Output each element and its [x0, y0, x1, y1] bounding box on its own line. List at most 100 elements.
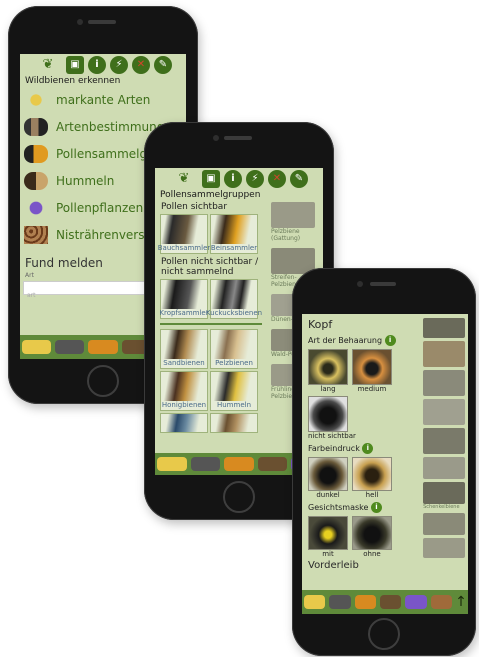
- sun-bee-icon[interactable]: [22, 340, 52, 354]
- side-photo[interactable]: [423, 513, 466, 535]
- menu-label: Artenbestimmung: [56, 119, 165, 134]
- option-nicht-sichtbar[interactable]: nicht sichtbar: [308, 396, 356, 440]
- cell-label: Honigbienen: [161, 401, 207, 409]
- bee-logo-icon[interactable]: ❦: [170, 171, 198, 187]
- sun-bee-icon[interactable]: [304, 595, 326, 609]
- cell-extra-1[interactable]: [160, 413, 208, 433]
- cell-kropfsammler[interactable]: Kropfsammler: [159, 279, 209, 319]
- option-label: hell: [365, 491, 379, 499]
- kopf-title: Kopf: [308, 318, 333, 331]
- info-icon[interactable]: i: [88, 56, 106, 74]
- bee-photo: [352, 516, 392, 550]
- side-photo[interactable]: [423, 538, 466, 558]
- pollen-bee-icon[interactable]: [224, 457, 254, 471]
- side-caption: Schenkelbiene: [423, 504, 460, 510]
- home-button[interactable]: [368, 618, 400, 650]
- option-lang[interactable]: lang: [308, 349, 348, 393]
- cell-pelzbienen[interactable]: Pelzbienen: [210, 329, 258, 369]
- home-button[interactable]: [87, 365, 119, 397]
- option-dunkel[interactable]: dunkel: [308, 457, 348, 499]
- art-placeholder: art: [27, 292, 36, 299]
- bee-icon[interactable]: [190, 457, 221, 471]
- speaker: [88, 20, 116, 24]
- edit-icon[interactable]: ✎: [154, 56, 172, 74]
- cell-bauchsammler[interactable]: Bauchsammler: [158, 214, 210, 254]
- book-icon[interactable]: ▣: [202, 170, 220, 188]
- sun-bee-icon[interactable]: [157, 457, 187, 471]
- cell-beinsammler[interactable]: Beinsammler: [210, 214, 258, 254]
- bee-photo: [211, 215, 257, 244]
- cell-honigbienen[interactable]: Honigbienen: [160, 371, 208, 411]
- lightning-icon[interactable]: ⚡: [110, 56, 128, 74]
- bee-photo: [161, 280, 207, 309]
- side-photo[interactable]: [423, 370, 466, 396]
- bee-photo: [211, 280, 257, 309]
- bee-photo: [161, 372, 207, 401]
- bee-photo: [211, 330, 257, 359]
- section-pollen-hidden-2: nicht sammelnd: [161, 267, 234, 277]
- side-photo[interactable]: [423, 428, 466, 454]
- sun-bee-icon: [24, 90, 48, 109]
- info-icon[interactable]: i: [362, 443, 374, 454]
- option-label: ohne: [363, 550, 381, 558]
- home-button[interactable]: [223, 481, 255, 513]
- side-photo[interactable]: [423, 318, 466, 338]
- info-icon[interactable]: i: [224, 170, 242, 188]
- flower-icon: [24, 198, 48, 217]
- book-icon[interactable]: ▣: [66, 56, 84, 74]
- bee-photo: [211, 414, 257, 432]
- nest-icon: [24, 225, 48, 244]
- bottom-bar: ↑: [302, 590, 468, 614]
- screen-3: Kopf Art der Behaarung i lang medium nic…: [302, 314, 468, 614]
- option-label: mit: [322, 550, 334, 558]
- side-photo[interactable]: [423, 341, 466, 367]
- farbe-label: Farbeindruck i: [308, 443, 423, 454]
- no-pin-icon[interactable]: ✕: [268, 170, 286, 188]
- cell-hummeln[interactable]: Hummeln: [210, 371, 258, 411]
- bee-photo: [161, 215, 207, 244]
- section-pollen-visible: Pollen sichtbar: [161, 202, 228, 212]
- lightning-icon[interactable]: ⚡: [246, 170, 264, 188]
- option-medium[interactable]: medium: [352, 349, 392, 393]
- flower-icon[interactable]: [405, 595, 427, 609]
- behaarung-label: Art der Behaarung i: [308, 335, 423, 346]
- bumblebee-icon[interactable]: [379, 595, 402, 609]
- pollen-bee-icon[interactable]: [88, 340, 118, 354]
- behaarung-text: Art der Behaarung: [308, 336, 383, 345]
- no-pin-icon[interactable]: ✕: [132, 56, 150, 74]
- info-icon[interactable]: i: [384, 335, 396, 346]
- side-photo[interactable]: [423, 399, 466, 425]
- cell-label: Kuckucksbienen: [205, 309, 263, 317]
- bee-logo-icon[interactable]: ❦: [34, 57, 62, 73]
- cell-extra-2[interactable]: [210, 413, 258, 433]
- side-photo[interactable]: [423, 482, 466, 504]
- pollen-bee-icon: [24, 144, 48, 163]
- bee-icon: [24, 117, 48, 136]
- subtitle: Wildbienen erkennen: [25, 76, 121, 86]
- bee-photo: [308, 516, 348, 550]
- option-ohne[interactable]: ohne: [352, 516, 392, 558]
- maske-text: Gesichtsmaske: [308, 503, 369, 512]
- cell-kuckucksbienen[interactable]: Kuckucksbienen: [206, 279, 262, 319]
- bumblebee-icon[interactable]: [257, 457, 288, 471]
- side-caption: Pelzbiene (Gattung): [271, 228, 301, 242]
- side-photo[interactable]: [271, 202, 315, 228]
- cell-label: Hummeln: [216, 401, 252, 409]
- bee-photo: [308, 457, 348, 491]
- bee-icon[interactable]: [329, 595, 351, 609]
- option-hell[interactable]: hell: [352, 457, 392, 499]
- cell-sandbienen[interactable]: Sandbienen: [160, 329, 208, 369]
- cell-label: Beinsammler: [210, 244, 258, 252]
- bee-photo: [308, 396, 348, 432]
- scroll-up-icon[interactable]: ↑: [454, 594, 468, 610]
- nest-icon[interactable]: [430, 595, 452, 609]
- menu-item-markante[interactable]: markante Arten: [20, 86, 186, 113]
- pollen-bee-icon[interactable]: [354, 595, 376, 609]
- edit-icon[interactable]: ✎: [290, 170, 308, 188]
- bee-icon[interactable]: [55, 340, 85, 354]
- info-icon[interactable]: i: [370, 502, 382, 513]
- menu-label: Hummeln: [56, 173, 115, 188]
- camera: [77, 19, 83, 25]
- side-photo[interactable]: [423, 457, 466, 479]
- option-mit[interactable]: mit: [308, 516, 348, 558]
